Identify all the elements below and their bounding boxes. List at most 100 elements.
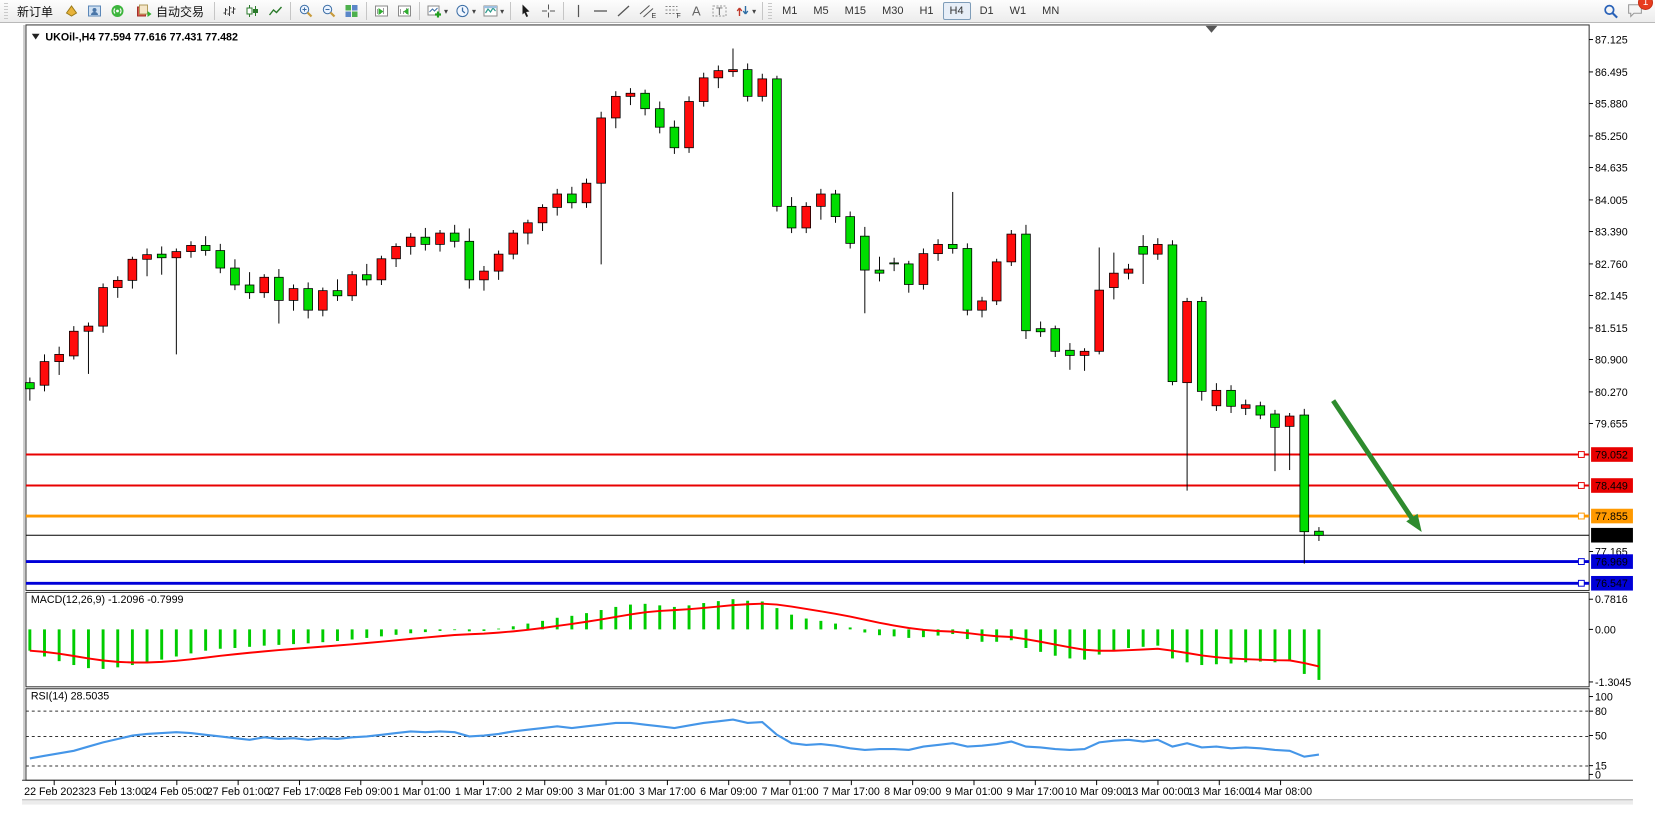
candle <box>494 254 503 271</box>
candle <box>992 262 1001 301</box>
candle <box>846 217 855 244</box>
price-badges: 79.05278.44977.85577.48276.96976.547 <box>1591 447 1633 590</box>
candle <box>729 70 738 72</box>
candle <box>1183 301 1192 382</box>
svg-text:81.515: 81.515 <box>1595 323 1628 335</box>
toolbar-separator <box>290 2 291 20</box>
candle <box>1315 531 1324 535</box>
candle <box>216 251 225 268</box>
autotrading-button[interactable]: 自动交易 <box>129 1 211 21</box>
candle <box>421 237 430 244</box>
svg-text:80.900: 80.900 <box>1595 354 1628 366</box>
toolbar-grip <box>4 3 8 19</box>
svg-text:77.855: 77.855 <box>1595 511 1628 523</box>
time-axis: 22 Feb 202323 Feb 13:0024 Feb 05:0027 Fe… <box>22 780 1633 804</box>
periods-button[interactable]: ▾ <box>451 1 479 21</box>
candle <box>758 79 767 96</box>
toolbar-separator <box>762 2 763 20</box>
templates-button[interactable]: ▾ <box>479 1 507 21</box>
navigator-icon[interactable] <box>83 1 106 21</box>
timeframe-button-d1[interactable]: D1 <box>973 2 1001 20</box>
svg-text:13 Mar 00:00: 13 Mar 00:00 <box>1126 786 1189 798</box>
market-watch-icon[interactable] <box>60 1 83 21</box>
new-order-button[interactable]: 新订单 <box>10 1 60 21</box>
arrange-charts-icon[interactable] <box>370 1 393 21</box>
svg-text:83.390: 83.390 <box>1595 226 1628 238</box>
candle <box>480 271 489 280</box>
candle <box>948 244 957 248</box>
dropdown-caret: ▾ <box>752 7 756 16</box>
candle <box>509 233 518 254</box>
candle <box>524 223 533 233</box>
timeframe-button-m5[interactable]: M5 <box>806 2 835 20</box>
cursor-icon[interactable] <box>514 1 537 21</box>
timeframe-button-m30[interactable]: M30 <box>875 2 910 20</box>
candle <box>231 268 240 285</box>
search-icon[interactable] <box>1599 1 1623 21</box>
candle <box>685 101 694 147</box>
line-chart-icon[interactable] <box>264 1 287 21</box>
dropdown-caret: ▾ <box>500 7 504 16</box>
candle <box>1241 405 1250 409</box>
timeframe-button-m1[interactable]: M1 <box>775 2 804 20</box>
candle <box>275 277 284 300</box>
crosshair-icon[interactable] <box>537 1 560 21</box>
svg-text:82.760: 82.760 <box>1595 259 1628 271</box>
notifications-button[interactable]: 1 <box>1623 0 1647 23</box>
timeframe-button-h1[interactable]: H1 <box>912 2 940 20</box>
toolbar-grip <box>768 3 772 19</box>
candle <box>1168 245 1177 382</box>
timeframe-button-m15[interactable]: M15 <box>838 2 873 20</box>
candlestick-chart-icon[interactable] <box>241 1 264 21</box>
hline-anchor <box>1578 580 1584 586</box>
svg-text:E: E <box>652 13 657 19</box>
candle <box>553 194 562 207</box>
vertical-line-icon[interactable] <box>567 1 589 21</box>
tile-windows-icon[interactable] <box>340 1 363 21</box>
candle <box>318 291 327 311</box>
candle <box>128 259 137 280</box>
candle <box>978 301 987 310</box>
candle <box>1212 390 1221 405</box>
chart-canvas[interactable]: 87.12586.49585.88085.25084.63584.00583.3… <box>0 23 1655 825</box>
candle <box>260 277 269 292</box>
arrows-shapes-button[interactable]: ▾ <box>731 1 759 21</box>
svg-text:27 Feb 17:00: 27 Feb 17:00 <box>268 786 331 798</box>
timeframe-button-h4[interactable]: H4 <box>943 2 971 20</box>
svg-text:28 Feb 09:00: 28 Feb 09:00 <box>329 786 392 798</box>
candle <box>392 246 401 258</box>
candle <box>348 275 357 296</box>
candle <box>99 288 108 327</box>
svg-text:MACD(12,26,9) -1.2096 -0.7999: MACD(12,26,9) -1.2096 -0.7999 <box>31 594 184 606</box>
toolbar: 新订单 自动交易 <box>0 0 1655 23</box>
trendline-icon[interactable] <box>612 1 635 21</box>
toolbar-separator <box>214 2 215 20</box>
cascade-charts-icon[interactable] <box>393 1 416 21</box>
svg-text:6 Mar 09:00: 6 Mar 09:00 <box>700 786 757 798</box>
fibonacci-icon[interactable]: F <box>660 1 685 21</box>
candle <box>582 183 591 203</box>
candle <box>963 248 972 310</box>
svg-text:24 Feb 05:00: 24 Feb 05:00 <box>145 786 208 798</box>
candle <box>304 289 313 311</box>
timeframe-button-mn[interactable]: MN <box>1035 2 1066 20</box>
text-label-icon[interactable]: T <box>708 1 731 21</box>
indicators-button[interactable]: ▾ <box>423 1 451 21</box>
text-icon[interactable]: A <box>685 1 708 21</box>
zoom-in-icon[interactable] <box>294 1 317 21</box>
timeframe-button-w1[interactable]: W1 <box>1003 2 1034 20</box>
horizontal-line-icon[interactable] <box>589 1 612 21</box>
signals-icon[interactable] <box>106 1 129 21</box>
candle <box>436 233 445 244</box>
svg-text:3 Mar 01:00: 3 Mar 01:00 <box>578 786 635 798</box>
toolbar-separator <box>510 2 511 20</box>
candle <box>406 237 415 246</box>
candle <box>465 241 474 280</box>
svg-text:9 Mar 17:00: 9 Mar 17:00 <box>1007 786 1064 798</box>
equidistant-channel-icon[interactable]: E <box>635 1 660 21</box>
zoom-out-icon[interactable] <box>317 1 340 21</box>
bar-chart-icon[interactable] <box>218 1 241 21</box>
candle <box>55 354 64 361</box>
hline-anchor <box>1578 483 1584 489</box>
svg-text:0.7816: 0.7816 <box>1595 594 1628 606</box>
